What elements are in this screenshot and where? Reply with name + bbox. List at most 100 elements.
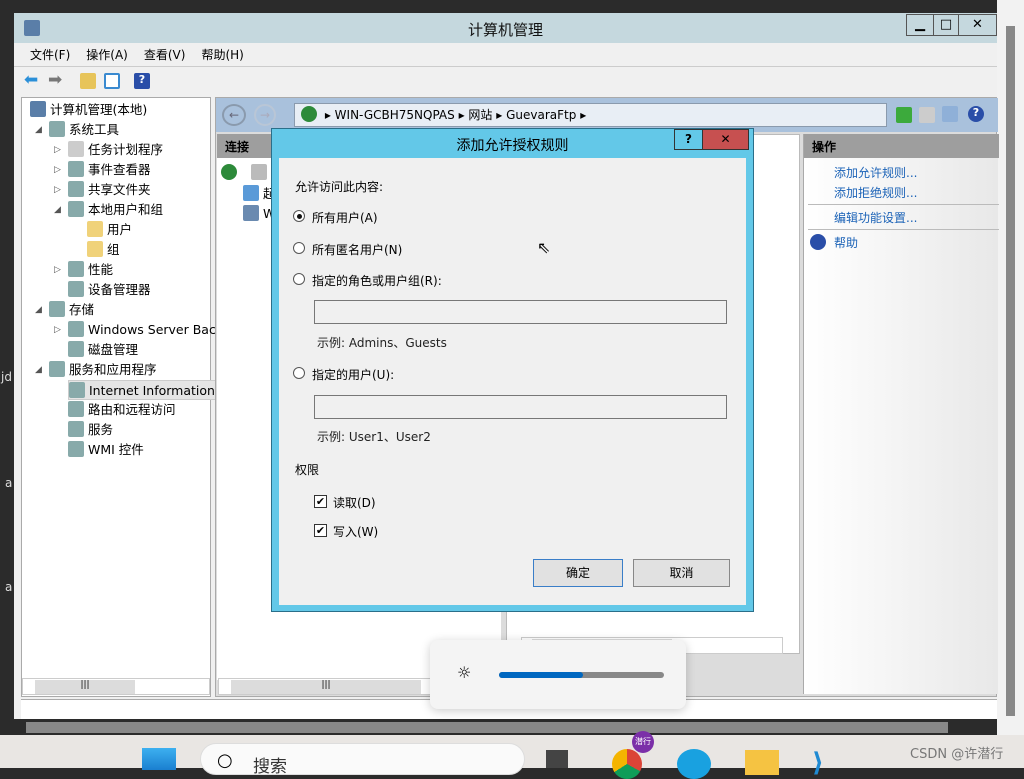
expander-icon[interactable]: ◢ (35, 365, 42, 375)
forward-arrow-icon[interactable]: ➡ (48, 70, 62, 90)
tree-item[interactable]: Windows Server Back (68, 320, 223, 340)
tree-item[interactable]: 计算机管理(本地) (30, 100, 147, 120)
maximize-button[interactable]: □ (933, 14, 959, 36)
ok-button[interactable]: 确定 (533, 559, 623, 587)
chrome-icon[interactable] (612, 749, 642, 779)
toolbar: ⬅ ➡ ? (14, 67, 997, 95)
help-icon[interactable]: ? (134, 73, 150, 89)
outer-scrollbar[interactable] (1006, 26, 1015, 716)
desktop-side-text: a (5, 476, 13, 490)
dialog-body: 允许访问此内容: 所有用户(A) 所有匿名用户(N) 指定的角色或用户组(R):… (279, 158, 746, 605)
start-icon[interactable] (142, 748, 176, 770)
radio-specific-users[interactable] (293, 367, 305, 379)
breadcrumb-site[interactable]: GuevaraFtp (506, 108, 576, 122)
mouse-cursor: ⇖ (537, 238, 551, 257)
clock-icon (68, 141, 84, 157)
tools-icon (49, 121, 65, 137)
address-bar[interactable]: ▸ WIN-GCBH75NQPAS ▸ 网站 ▸ GuevaraFtp ▸ (294, 103, 887, 127)
brightness-slider[interactable] (499, 672, 664, 678)
menu-help[interactable]: 帮助(H) (201, 43, 243, 67)
menu-bar: 文件(F) 操作(A) 查看(V) 帮助(H) (14, 43, 997, 67)
menu-file[interactable]: 文件(F) (30, 43, 70, 67)
help-icon[interactable]: ? (968, 106, 984, 122)
add-allow-rule-dialog: 添加允许授权规则 ? ✕ 允许访问此内容: 所有用户(A) 所有匿名用户(N) … (271, 128, 754, 612)
expander-icon[interactable]: ▷ (54, 165, 61, 175)
vscode-icon[interactable]: ⟩ (812, 748, 842, 778)
up-folder-icon[interactable] (80, 73, 96, 89)
start-page-icon (243, 185, 259, 201)
tree-item[interactable]: Internet Information S (68, 380, 228, 400)
dialog-close-button[interactable]: ✕ (702, 129, 749, 150)
action-help[interactable]: 帮助 (834, 234, 858, 251)
stop-icon[interactable] (919, 107, 935, 123)
expander-icon[interactable]: ◢ (35, 125, 42, 135)
refresh-icon[interactable] (896, 107, 912, 123)
tree-item-label: 服务和应用程序 (69, 362, 157, 377)
home-icon[interactable] (942, 106, 958, 122)
task-view-icon[interactable] (546, 750, 568, 768)
tree-item[interactable]: 系统工具 (49, 120, 119, 140)
nav-forward-button[interactable]: → (254, 104, 276, 126)
radio-all-users[interactable] (293, 210, 305, 222)
tree-item[interactable]: 本地用户和组 (68, 200, 163, 220)
radio-roles-groups[interactable] (293, 273, 305, 285)
window-h-scrollbar[interactable] (26, 722, 948, 733)
expander-icon[interactable]: ◢ (54, 205, 61, 215)
action-add-allow-rule[interactable]: 添加允许规则... (834, 164, 917, 181)
dialog-help-button[interactable]: ? (674, 129, 703, 150)
checkbox-label: 写入(W) (333, 525, 379, 539)
tree-item-label: 服务 (88, 422, 114, 437)
expander-icon[interactable]: ▷ (54, 185, 61, 195)
tree-item[interactable]: 磁盘管理 (68, 340, 138, 360)
edge-icon[interactable] (677, 749, 711, 779)
disk-icon (68, 341, 84, 357)
users-input[interactable] (314, 395, 727, 419)
tree-item[interactable]: 存储 (49, 300, 94, 320)
radio-anonymous-users[interactable] (293, 242, 305, 254)
tree-item[interactable]: 服务 (68, 420, 113, 440)
tree-item[interactable]: 组 (87, 240, 120, 260)
write-checkbox[interactable]: ✔ (314, 524, 327, 537)
menu-view[interactable]: 查看(V) (144, 43, 186, 67)
taskbar: ○ 搜索 潜行 ⟩ CSDN @许潜行 (0, 731, 1024, 779)
storage-icon (49, 301, 65, 317)
breadcrumb-server[interactable]: WIN-GCBH75NQPAS (335, 108, 455, 122)
expander-icon[interactable]: ▷ (54, 145, 61, 155)
tree-item[interactable]: 路由和远程访问 (68, 400, 176, 420)
tree-item[interactable]: 服务和应用程序 (49, 360, 157, 380)
menu-action[interactable]: 操作(A) (86, 43, 128, 67)
roles-input[interactable] (314, 300, 727, 324)
cancel-button[interactable]: 取消 (633, 559, 730, 587)
expander-icon[interactable]: ▷ (54, 265, 61, 275)
nav-back-button[interactable]: ← (222, 104, 246, 126)
help-icon (810, 234, 826, 250)
tree-item[interactable]: 事件查看器 (68, 160, 151, 180)
tree-item-label: 用户 (107, 222, 133, 237)
tree-item[interactable]: WMI 控件 (68, 440, 144, 460)
folder-icon (87, 221, 103, 237)
radio-label: 所有匿名用户(N) (312, 243, 403, 257)
action-edit-feature-settings[interactable]: 编辑功能设置... (834, 209, 917, 226)
tree-item-label: 路由和远程访问 (88, 402, 176, 417)
title-bar: 计算机管理 ▁ □ ✕ (14, 13, 997, 43)
tree-item[interactable]: 共享文件夹 (68, 180, 151, 200)
back-arrow-icon[interactable]: ⬅ (24, 70, 38, 90)
connect-globe-icon[interactable] (221, 164, 237, 180)
breadcrumb-sites[interactable]: 网站 (468, 108, 492, 122)
file-explorer-icon[interactable] (745, 750, 779, 775)
show-hide-tree-icon[interactable] (104, 73, 120, 89)
tree-item[interactable]: 任务计划程序 (68, 140, 163, 160)
save-icon[interactable] (251, 164, 267, 180)
read-checkbox[interactable]: ✔ (314, 495, 327, 508)
close-button[interactable]: ✕ (958, 14, 997, 36)
tree-item[interactable]: 设备管理器 (68, 280, 151, 300)
tree-h-scrollbar[interactable]: ||| (22, 678, 210, 695)
minimize-button[interactable]: ▁ (906, 14, 934, 36)
tree-item[interactable]: 用户 (87, 220, 132, 240)
expander-icon[interactable]: ◢ (35, 305, 42, 315)
action-add-deny-rule[interactable]: 添加拒绝规则... (834, 184, 917, 201)
search-box[interactable]: ○ 搜索 (200, 743, 525, 777)
iis-nav-bar: ← → ▸ WIN-GCBH75NQPAS ▸ 网站 ▸ GuevaraFtp … (216, 98, 998, 132)
tree-item[interactable]: 性能 (68, 260, 113, 280)
expander-icon[interactable]: ▷ (54, 325, 61, 335)
